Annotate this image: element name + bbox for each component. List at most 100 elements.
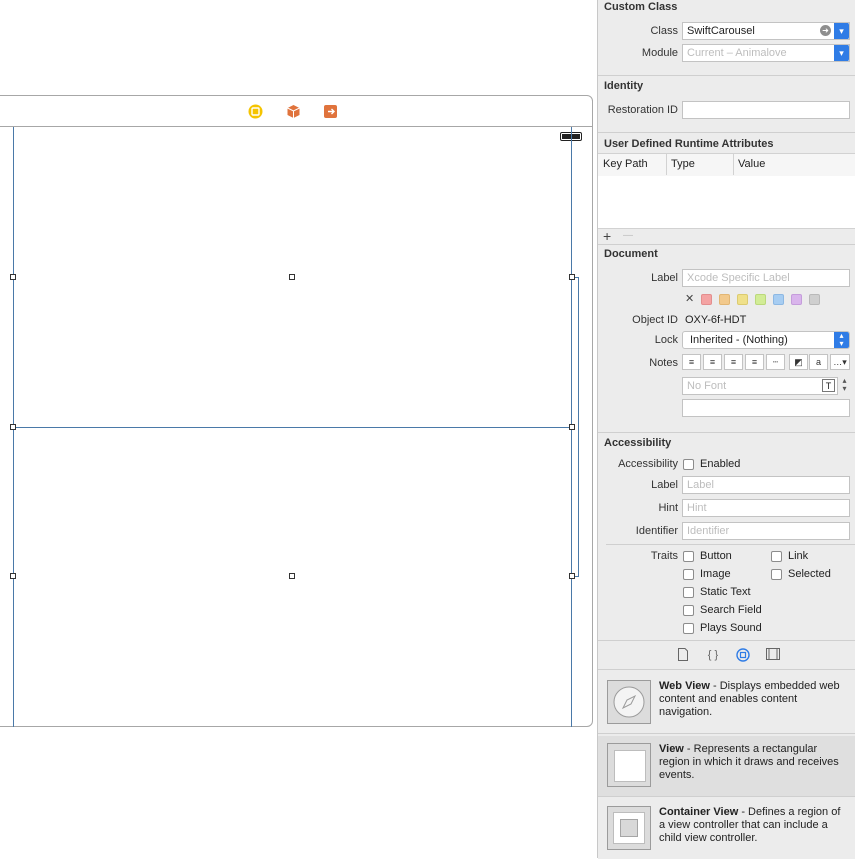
column-type[interactable]: Type bbox=[671, 158, 695, 170]
font-size-stepper[interactable]: ▴ ▾ bbox=[839, 377, 850, 395]
object-library-icon[interactable] bbox=[736, 648, 750, 662]
resize-handle-right[interactable] bbox=[569, 424, 575, 430]
object-id-label: Object ID bbox=[632, 314, 678, 326]
resize-handle-top-left[interactable] bbox=[10, 274, 16, 280]
more-options-icon[interactable]: …▾ bbox=[830, 354, 850, 370]
label-color-blue[interactable] bbox=[773, 294, 784, 305]
label-color-green[interactable] bbox=[755, 294, 766, 305]
trait-button-checkbox[interactable] bbox=[683, 551, 694, 562]
web-view-description: Web View - Displays embedded web content… bbox=[659, 680, 840, 718]
carousel-midline bbox=[13, 427, 573, 428]
first-responder-icon[interactable] bbox=[286, 104, 301, 119]
go-to-class-icon[interactable]: ➜ bbox=[820, 25, 831, 36]
notes-font-field[interactable]: No Font T bbox=[682, 377, 838, 395]
text-color-icon[interactable]: ◩ bbox=[789, 354, 808, 370]
carousel-edge-right bbox=[578, 277, 579, 577]
divider bbox=[598, 669, 855, 670]
label-color-gray[interactable] bbox=[809, 294, 820, 305]
resize-handle-bottom-right[interactable] bbox=[569, 573, 575, 579]
font-placeholder: No Font bbox=[687, 380, 727, 392]
notes-text-field[interactable] bbox=[682, 399, 850, 417]
clear-color-label-icon[interactable]: ✕ bbox=[685, 292, 694, 305]
accessibility-title: Accessibility bbox=[604, 437, 672, 449]
hint-placeholder: Hint bbox=[687, 502, 707, 514]
trait-search-field-label: Search Field bbox=[700, 604, 762, 616]
library-item-web-view[interactable]: Web View - Displays embedded web content… bbox=[598, 673, 855, 733]
trait-plays-sound-checkbox[interactable] bbox=[683, 623, 694, 634]
align-left-icon[interactable]: ≡ bbox=[682, 354, 701, 370]
file-template-icon[interactable] bbox=[676, 648, 690, 662]
storyboard-canvas[interactable] bbox=[0, 0, 597, 858]
identifier-label: Identifier bbox=[635, 525, 678, 537]
label-color-red[interactable] bbox=[701, 294, 712, 305]
container-view-thumbnail-icon bbox=[607, 806, 651, 850]
restoration-id-field[interactable] bbox=[682, 101, 850, 119]
restoration-id-label: Restoration ID bbox=[607, 104, 678, 116]
exit-icon[interactable] bbox=[323, 104, 338, 119]
module-field[interactable]: Current – Animalove ▾ bbox=[682, 44, 850, 62]
divider bbox=[606, 544, 855, 545]
trait-image-label: Image bbox=[700, 568, 731, 580]
module-dropdown-icon[interactable]: ▾ bbox=[834, 45, 849, 61]
view-controller-scene[interactable] bbox=[0, 95, 593, 727]
root-view[interactable] bbox=[0, 127, 592, 727]
resize-handle-top[interactable] bbox=[289, 274, 295, 280]
trait-selected-checkbox[interactable] bbox=[771, 569, 782, 580]
trait-plays-sound-label: Plays Sound bbox=[700, 622, 762, 634]
resize-handle-left[interactable] bbox=[10, 424, 16, 430]
custom-class-title: Custom Class bbox=[604, 1, 678, 13]
document-label-placeholder: Xcode Specific Label bbox=[687, 272, 790, 284]
identity-title: Identity bbox=[604, 80, 644, 92]
lock-dropdown-icon[interactable]: ▴ ▾ bbox=[834, 332, 849, 348]
divider bbox=[598, 75, 855, 76]
align-justify-icon[interactable]: ≡ bbox=[745, 354, 764, 370]
scene-dock bbox=[0, 96, 592, 127]
font-picker-icon[interactable]: T bbox=[822, 379, 835, 392]
view-controller-icon[interactable] bbox=[248, 104, 263, 119]
column-value[interactable]: Value bbox=[738, 158, 765, 170]
code-snippet-icon[interactable]: { } bbox=[706, 648, 720, 662]
document-label-field[interactable]: Xcode Specific Label bbox=[682, 269, 850, 287]
hint-field[interactable]: Hint bbox=[682, 499, 850, 517]
lock-dropdown[interactable]: Inherited - (Nothing) ▴ ▾ bbox=[682, 331, 850, 349]
resize-handle-bottom[interactable] bbox=[289, 573, 295, 579]
align-right-icon[interactable]: ≡ bbox=[724, 354, 743, 370]
module-placeholder: Current – Animalove bbox=[687, 47, 787, 59]
class-field[interactable]: SwiftCarousel ➜ ▾ bbox=[682, 22, 850, 40]
class-dropdown-icon[interactable]: ▾ bbox=[834, 23, 849, 39]
divider bbox=[598, 733, 855, 734]
library-item-container-view[interactable]: Container View - Defines a region of a v… bbox=[598, 799, 855, 859]
trait-link-checkbox[interactable] bbox=[771, 551, 782, 562]
accessibility-label: Accessibility bbox=[618, 458, 678, 470]
text-background-icon[interactable]: a bbox=[809, 354, 828, 370]
runtime-attributes-table[interactable] bbox=[598, 176, 855, 228]
label-color-orange[interactable] bbox=[719, 294, 730, 305]
accessibility-enabled-checkbox[interactable] bbox=[683, 459, 694, 470]
accessibility-enabled-label: Enabled bbox=[700, 458, 741, 470]
trait-selected-label: Selected bbox=[788, 568, 831, 580]
align-center-icon[interactable]: ≡ bbox=[703, 354, 722, 370]
resize-handle-bottom-left[interactable] bbox=[10, 573, 16, 579]
label-color-yellow[interactable] bbox=[737, 294, 748, 305]
divider bbox=[598, 640, 855, 641]
align-natural-icon[interactable]: ┄ bbox=[766, 354, 785, 370]
identifier-field[interactable]: Identifier bbox=[682, 522, 850, 540]
notes-label: Notes bbox=[649, 357, 678, 369]
add-attribute-button[interactable]: + bbox=[603, 228, 611, 244]
traits-label: Traits bbox=[650, 550, 678, 562]
trait-search-field-checkbox[interactable] bbox=[683, 605, 694, 616]
object-id-value: OXY-6f-HDT bbox=[685, 314, 747, 326]
accessibility-label-field[interactable]: Label bbox=[682, 476, 850, 494]
media-library-icon[interactable] bbox=[766, 648, 780, 662]
label-color-purple[interactable] bbox=[791, 294, 802, 305]
divider bbox=[598, 432, 855, 433]
view-thumbnail-icon bbox=[607, 743, 651, 787]
column-key-path[interactable]: Key Path bbox=[603, 158, 648, 170]
lock-value: Inherited - (Nothing) bbox=[690, 334, 788, 346]
resize-handle-top-right[interactable] bbox=[569, 274, 575, 280]
trait-static-text-checkbox[interactable] bbox=[683, 587, 694, 598]
runtime-attributes-title: User Defined Runtime Attributes bbox=[604, 138, 774, 150]
trait-image-checkbox[interactable] bbox=[683, 569, 694, 580]
library-item-view[interactable]: View - Represents a rectangular region i… bbox=[598, 736, 855, 796]
remove-attribute-button[interactable]: — bbox=[623, 230, 633, 241]
